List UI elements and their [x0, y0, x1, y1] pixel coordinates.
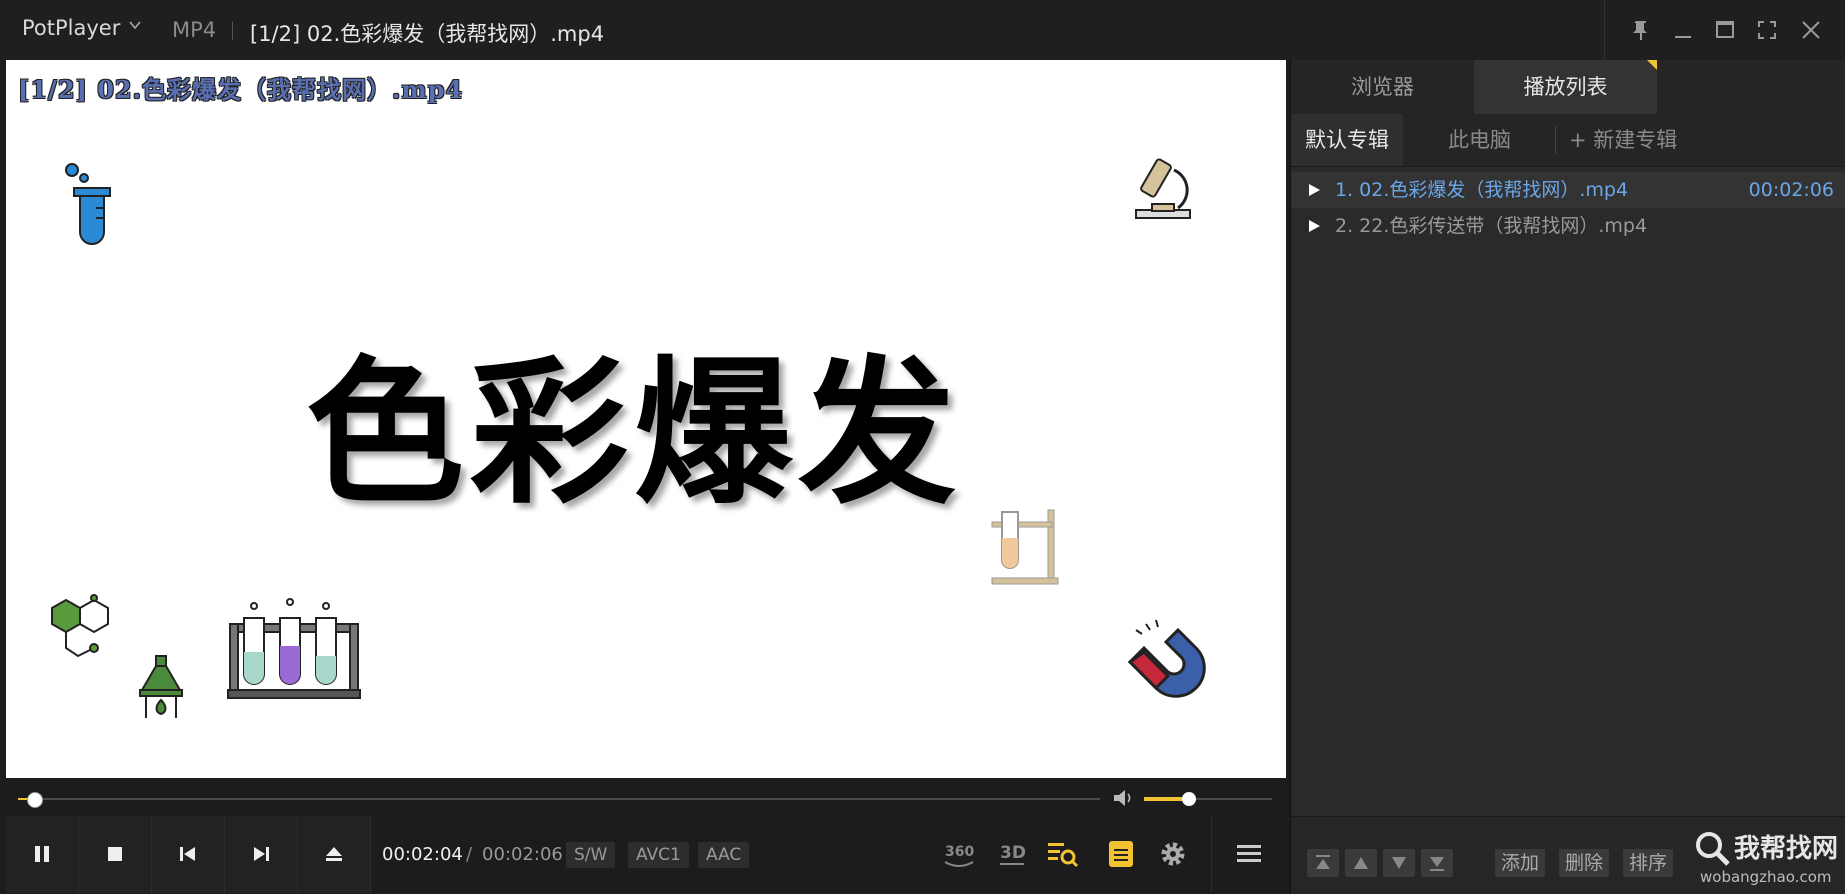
volume-icon[interactable]	[1112, 788, 1134, 808]
sort-button[interactable]: 排序	[1623, 849, 1674, 877]
seek-bar-area	[6, 778, 1286, 816]
osd-filename: [1/2] 02.色彩爆发（我帮找网）.mp4	[18, 75, 464, 104]
fullscreen-icon[interactable]	[1753, 16, 1781, 44]
test-tubes-rack-icon	[227, 598, 361, 699]
tab-corner-marker	[1647, 60, 1657, 70]
album-this-pc[interactable]: 此电脑	[1448, 114, 1511, 166]
settings-icon[interactable]	[1156, 838, 1190, 870]
molecule-icon	[51, 594, 109, 658]
minimize-icon[interactable]	[1669, 16, 1697, 44]
playlist-item-title: 2. 22.色彩传送带（我帮找网）.mp4	[1335, 215, 1648, 237]
album-divider	[1555, 126, 1556, 154]
current-time[interactable]: 00:02:04	[382, 844, 463, 865]
video-codec-badge[interactable]: AVC1	[628, 842, 689, 868]
vr-360-icon[interactable]: 360	[942, 838, 976, 870]
svg-text:360: 360	[945, 844, 974, 860]
tab-browser[interactable]: 浏览器	[1291, 60, 1474, 114]
previous-icon	[180, 847, 195, 861]
eject-icon	[326, 847, 342, 861]
total-time[interactable]: 00:02:06	[482, 844, 563, 865]
magnet-icon	[1127, 619, 1206, 698]
decoder-badge[interactable]: S/W	[566, 842, 616, 868]
stop-button[interactable]	[79, 816, 152, 893]
maximize-icon[interactable]	[1711, 16, 1739, 44]
svg-text:3D: 3D	[1000, 843, 1026, 863]
window-title: [1/2] 02.色彩爆发（我帮找网）.mp4	[250, 22, 605, 46]
eject-button[interactable]	[298, 816, 371, 893]
slide-title: 色彩爆发	[306, 342, 962, 526]
pin-icon[interactable]	[1627, 16, 1655, 44]
album-default[interactable]: 默认专辑	[1291, 114, 1403, 166]
seek-bar-handle[interactable]	[27, 792, 44, 808]
watermark-title: 我帮找网	[1734, 834, 1839, 864]
seek-bar[interactable]	[18, 792, 1100, 808]
magnifier-logo-icon	[1696, 832, 1730, 866]
chevron-down-icon[interactable]	[128, 18, 142, 32]
playlist-item-duration: 00:02:06	[1748, 179, 1834, 201]
next-icon	[254, 847, 269, 861]
test-tube-rack-icon	[991, 509, 1059, 585]
pause-button[interactable]	[6, 816, 79, 893]
stop-icon	[108, 847, 122, 861]
format-label: MP4	[172, 18, 217, 42]
playlist-panel: 浏览器 播放列表 默认专辑 此电脑 + 新建专辑 1. 02.色彩爆发（我帮找网…	[1290, 60, 1845, 894]
window-controls	[1604, 0, 1845, 60]
3d-icon[interactable]: 3D	[996, 838, 1030, 870]
playlist: 1. 02.色彩爆发（我帮找网）.mp4 00:02:06 2. 22.色彩传送…	[1291, 172, 1845, 244]
app-brand-menu[interactable]: PotPlayer	[22, 16, 120, 40]
site-watermark: 我帮找网 wobangzhao.com	[1690, 826, 1845, 893]
album-bar: 默认专辑 此电脑 + 新建专辑	[1291, 114, 1845, 167]
subtitle-icon[interactable]	[1104, 838, 1138, 870]
volume-slider[interactable]	[1144, 792, 1272, 806]
previous-button[interactable]	[152, 816, 225, 893]
move-down-icon[interactable]	[1383, 849, 1415, 877]
tab-playlist[interactable]: 播放列表	[1474, 60, 1657, 114]
test-tube-blue-icon	[65, 163, 111, 245]
play-indicator-icon	[1309, 184, 1320, 196]
play-indicator-icon	[1309, 220, 1320, 232]
next-button[interactable]	[225, 816, 298, 893]
album-new[interactable]: + 新建专辑	[1569, 114, 1677, 166]
add-button[interactable]: 添加	[1495, 849, 1546, 877]
time-separator: /	[466, 844, 473, 865]
menu-icon[interactable]	[1232, 838, 1266, 870]
playlist-item[interactable]: 1. 02.色彩爆发（我帮找网）.mp4 00:02:06	[1291, 172, 1845, 208]
control-divider	[1211, 816, 1212, 893]
control-bar: 00:02:04 / 00:02:06 S/W AVC1 AAC 360 3D	[6, 816, 1286, 893]
title-bar: PotPlayer MP4 [1/2] 02.色彩爆发（我帮找网）.mp4	[0, 0, 1845, 60]
watermark-url: wobangzhao.com	[1700, 868, 1832, 886]
move-top-icon[interactable]	[1307, 849, 1339, 877]
move-up-icon[interactable]	[1345, 849, 1377, 877]
playlist-item-title: 1. 02.色彩爆发（我帮找网）.mp4	[1335, 179, 1629, 201]
title-divider	[232, 22, 233, 40]
potplayer-window: PotPlayer MP4 [1/2] 02.色彩爆发（我帮找网）.mp4 [1…	[0, 0, 1845, 894]
playlist-search-icon[interactable]	[1046, 838, 1080, 870]
playlist-item[interactable]: 2. 22.色彩传送带（我帮找网）.mp4	[1291, 208, 1845, 244]
microscope-icon	[1135, 158, 1191, 219]
move-bottom-icon[interactable]	[1421, 849, 1453, 877]
panel-tabs: 浏览器 播放列表	[1291, 60, 1845, 114]
flask-burner-icon	[139, 655, 183, 718]
delete-button[interactable]: 删除	[1559, 849, 1610, 877]
video-display[interactable]: [1/2] 02.色彩爆发（我帮找网）.mp4 色彩爆发	[6, 60, 1286, 778]
volume-slider-handle[interactable]	[1181, 792, 1196, 806]
audio-codec-badge[interactable]: AAC	[698, 842, 750, 868]
pause-icon	[35, 846, 49, 862]
close-icon[interactable]	[1797, 16, 1825, 44]
